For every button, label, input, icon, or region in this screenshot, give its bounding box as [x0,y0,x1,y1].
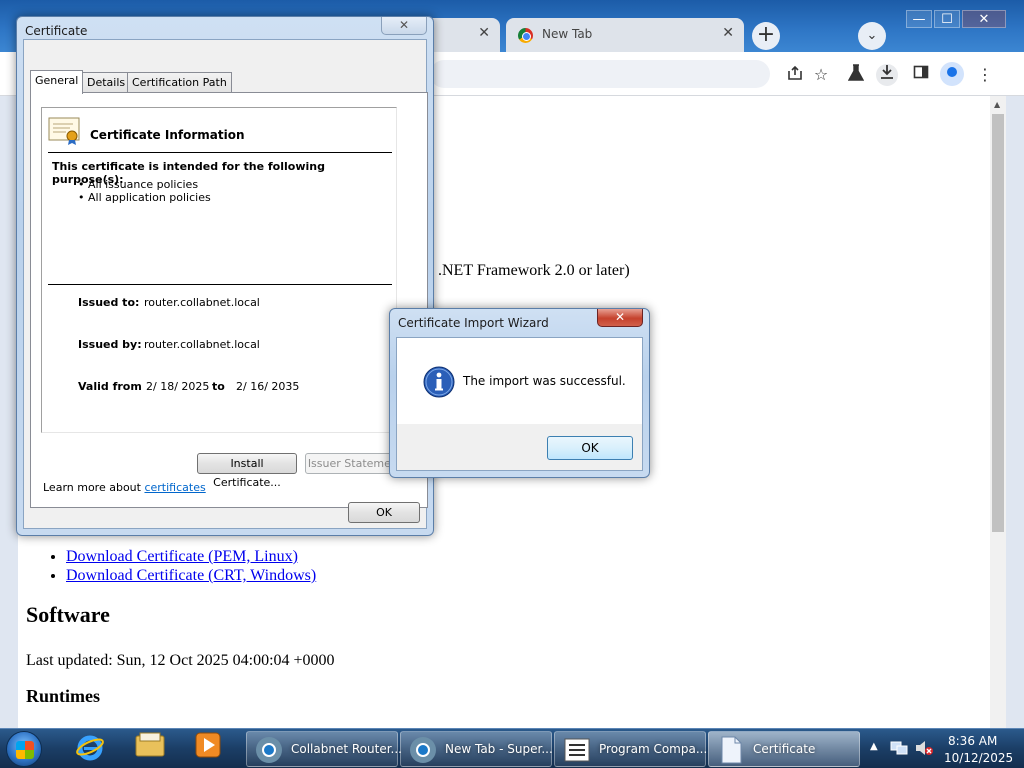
document-icon [717,736,745,764]
ok-button[interactable]: OK [348,502,420,523]
dialog-title: Certificate [25,24,88,38]
taskbar-item-certificate[interactable]: Certificate [708,731,860,767]
scrollbar-thumb[interactable] [992,114,1004,532]
download-crt-link[interactable]: Download Certificate (CRT, Windows) [66,567,316,584]
valid-from-label: Valid from [78,380,142,393]
taskbar-item-label: Collabnet Router... [291,742,402,756]
address-bar[interactable] [430,60,770,88]
valid-to-label: to [212,380,225,393]
volume-muted-icon[interactable] [914,739,934,760]
net-framework-text: .NET Framework 2.0 or later) [438,262,630,279]
taskbar-item-label: Program Compa... [599,742,708,756]
last-updated-text: Last updated: Sun, 12 Oct 2025 04:00:04 … [26,652,335,669]
software-heading: Software [26,602,110,627]
valid-from-value: 2/ 18/ 2025 [146,380,210,393]
chrome-icon [255,736,283,764]
certificate-info-title: Certificate Information [90,128,245,142]
tab-close-icon[interactable]: ✕ [478,25,490,41]
menu-icon[interactable]: ⋮ [974,64,996,86]
taskbar-item-program-compatibility[interactable]: Program Compa... [554,731,708,767]
info-icon [423,366,455,401]
chrome-favicon-icon [518,28,533,43]
clock-date[interactable]: 10/12/2025 [944,751,1013,765]
button-area: OK [397,424,642,470]
internet-explorer-icon[interactable] [68,732,112,766]
side-panel-icon[interactable] [910,64,932,86]
certificates-link[interactable]: certificates [144,481,205,494]
certificate-body: General Details Certification Path Certi… [23,39,428,529]
tab-title: New Tab [542,27,593,41]
tab-general[interactable]: General [30,70,84,94]
certificate-info-box: Certificate Information This certificate… [41,107,397,433]
show-hidden-icons-icon[interactable]: ▲ [870,741,878,752]
maximize-button[interactable]: ☐ [934,10,960,28]
minimize-button[interactable]: — [906,10,932,28]
import-wizard-dialog: Certificate Import Wizard ✕ The import w… [389,308,650,478]
tab-search-button[interactable]: ⌄ [858,22,886,50]
ok-button[interactable]: OK [547,436,633,460]
learn-more-prefix: Learn more about [43,481,145,494]
scroll-up-icon[interactable]: ▲ [994,100,1000,109]
general-tab-panel: Certificate Information This certificate… [30,92,428,508]
purpose-item: • All issuance policies [78,178,199,191]
tab-details[interactable]: Details [82,72,131,92]
windows-logo-icon [16,741,34,759]
certificate-dialog: Certificate ✕ General Details Certificat… [16,16,434,536]
divider [48,152,392,153]
issued-by-value: router.collabnet.local [144,338,260,351]
network-icon[interactable] [890,739,908,760]
tab-new-tab[interactable]: New Tab ✕ [506,18,744,52]
runtimes-heading: Runtimes [26,686,101,706]
issued-to-label: Issued to: [78,296,140,309]
learn-more-text: Learn more about certificates [43,481,206,494]
taskbar-item-label: New Tab - Super... [445,742,553,756]
dialog-title: Certificate Import Wizard [398,316,549,330]
file-explorer-icon[interactable] [128,732,172,766]
close-button[interactable]: ✕ [381,17,427,35]
taskbar-item-new-tab[interactable]: New Tab - Super... [400,731,553,767]
list-item: Download Certificate (PEM, Linux) [66,548,316,566]
close-button[interactable]: ✕ [597,309,643,327]
tab-close-icon[interactable]: ✕ [722,25,734,41]
issued-to-value: router.collabnet.local [144,296,260,309]
divider [48,284,392,285]
start-button[interactable] [6,731,42,767]
certificate-icon [48,116,82,149]
list-window-icon [563,736,591,764]
chrome-icon [409,736,437,764]
new-tab-button[interactable]: + [752,22,780,50]
profile-avatar-icon[interactable] [940,62,964,86]
taskbar: Collabnet Router... New Tab - Super... P… [0,728,1024,768]
bookmark-star-icon[interactable]: ☆ [810,64,832,86]
download-list: Download Certificate (PEM, Linux) Downlo… [66,548,316,586]
install-certificate-button[interactable]: Install Certificate... [197,453,297,489]
labs-icon[interactable] [845,64,867,86]
taskbar-item-collabnet-router[interactable]: Collabnet Router... [246,731,402,767]
download-icon[interactable] [876,64,898,86]
page-scrollbar[interactable]: ▲ [990,96,1006,728]
clock-time[interactable]: 8:36 AM [948,734,997,748]
issued-by-label: Issued by: [78,338,142,351]
purpose-item: • All application policies [78,191,211,204]
list-item: Download Certificate (CRT, Windows) [66,567,316,585]
message-body: The import was successful. OK [396,337,643,471]
success-message: The import was successful. [463,374,626,388]
tab-certification-path[interactable]: Certification Path [127,72,232,92]
valid-to-value: 2/ 16/ 2035 [236,380,300,393]
media-player-icon[interactable] [186,732,230,766]
share-icon[interactable] [784,64,806,86]
close-window-button[interactable]: ✕ [962,10,1006,28]
download-pem-link[interactable]: Download Certificate (PEM, Linux) [66,548,298,565]
taskbar-item-label: Certificate [753,742,816,756]
